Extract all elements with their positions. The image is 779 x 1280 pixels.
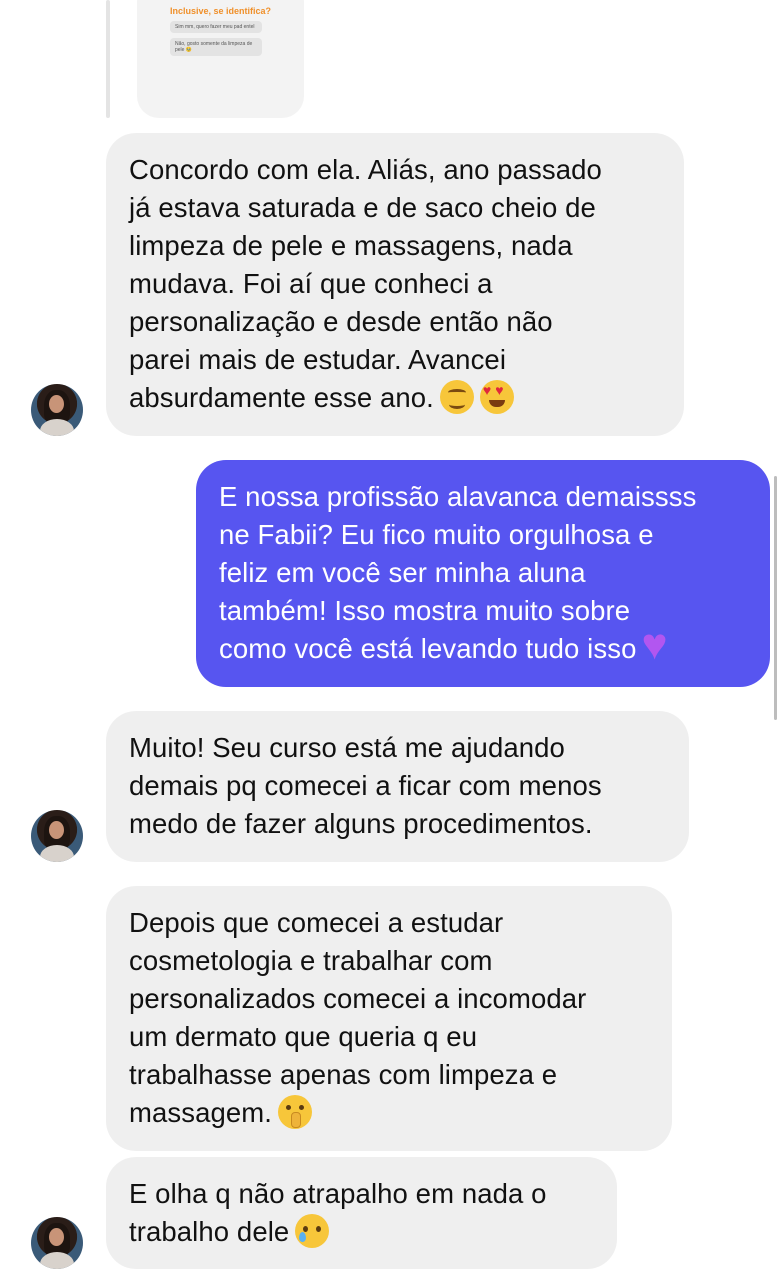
reply-thread-line bbox=[106, 0, 110, 118]
message-line: mudava. Foi aí que conheci a bbox=[129, 268, 493, 299]
message-line: absurdamente esse ano. bbox=[129, 382, 434, 413]
message-line: Concordo com ela. Aliás, ano passado bbox=[129, 154, 602, 185]
message-line: E olha q não atrapalho em nada o bbox=[129, 1178, 547, 1209]
message-line: medo de fazer alguns procedimentos. bbox=[129, 808, 593, 839]
message-line: Depois que comecei a estudar bbox=[129, 907, 504, 938]
scrollbar[interactable] bbox=[774, 476, 777, 720]
message-line: um dermato que queria q eu bbox=[129, 1021, 478, 1052]
avatar[interactable] bbox=[31, 810, 83, 862]
message-line: parei mais de estudar. Avancei bbox=[129, 344, 507, 375]
message-line: personalizados comecei a incomodar bbox=[129, 983, 587, 1014]
crying-face-icon bbox=[295, 1214, 330, 1248]
message-line: personalização e desde então não bbox=[129, 306, 553, 337]
message-line: feliz em você ser minha aluna bbox=[219, 557, 586, 588]
message-line: Muito! Seu curso está me ajudando bbox=[129, 732, 565, 763]
avatar[interactable] bbox=[31, 1217, 83, 1269]
purple-heart-icon bbox=[641, 623, 678, 667]
message-line: como você está levando tudo isso bbox=[219, 633, 637, 664]
heart-eyes-icon bbox=[479, 380, 514, 414]
message-line: E nossa profissão alavanca demaissss bbox=[219, 481, 697, 512]
message-bubble-received[interactable]: Concordo com ela. Aliás, ano passado já … bbox=[106, 133, 684, 436]
story-reply-card[interactable]: Inclusive, se identifica? Sim mm, quero … bbox=[137, 0, 304, 118]
message-line: também! Isso mostra muito sobre bbox=[219, 595, 631, 626]
shushing-face-icon bbox=[278, 1095, 313, 1129]
message-line: trabalhasse apenas com limpeza e bbox=[129, 1059, 558, 1090]
message-line: demais pq comecei a ficar com menos bbox=[129, 770, 602, 801]
message-line: massagem. bbox=[129, 1097, 273, 1128]
message-bubble-sent[interactable]: E nossa profissão alavanca demaissss ne … bbox=[196, 460, 770, 687]
message-bubble-received[interactable]: Depois que comecei a estudar cosmetologi… bbox=[106, 886, 672, 1151]
message-line: trabalho dele bbox=[129, 1216, 290, 1247]
story-question: Inclusive, se identifica? bbox=[170, 6, 272, 16]
story-option: Não, gosto somente da limpeza de pele 🥹 bbox=[170, 38, 262, 56]
smiling-face-with-hearts-icon bbox=[439, 380, 474, 414]
message-line: cosmetologia e trabalhar com bbox=[129, 945, 493, 976]
message-bubble-received[interactable]: Muito! Seu curso está me ajudando demais… bbox=[106, 711, 689, 862]
avatar[interactable] bbox=[31, 384, 83, 436]
message-line: ne Fabii? Eu fico muito orgulhosa e bbox=[219, 519, 654, 550]
message-line: limpeza de pele e massagens, nada bbox=[129, 230, 573, 261]
message-bubble-received[interactable]: E olha q não atrapalho em nada o trabalh… bbox=[106, 1157, 617, 1269]
message-line: já estava saturada e de saco cheio de bbox=[129, 192, 596, 223]
story-option: Sim mm, quero fazer meu pad entel bbox=[170, 21, 262, 33]
